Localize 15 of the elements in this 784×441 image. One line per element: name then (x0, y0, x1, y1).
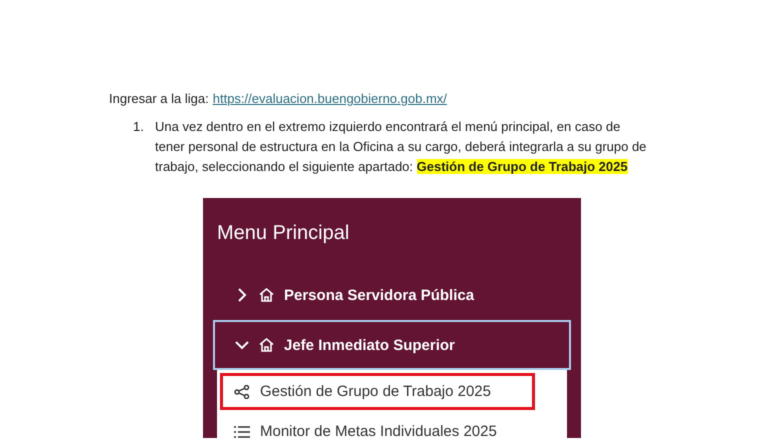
house-icon (259, 338, 274, 352)
step-paragraph: Una vez dentro en el extremo izquierdo encontrará el menú principal, en caso de tener personal de estructura en la Oficina a su cargo, deberá integrarla a su grupo de trabajo, seleccionando el siguiente apartado: Gestión de Grupo de Trabajo 2025 (155, 118, 647, 176)
menu-item[interactable]: Persona Servidora Pública (213, 270, 571, 320)
intro-label: Ingresar a la liga: (109, 90, 209, 108)
menu-item[interactable]: Jefe Inmediato Superior (213, 320, 571, 370)
list-icon (234, 426, 250, 438)
house-icon (259, 288, 274, 302)
chevron-down-icon (235, 340, 249, 350)
website-link[interactable]: https://evaluacion.buengobierno.gob.mx/ (212, 89, 447, 109)
submenu-item[interactable]: Gestión de Grupo de Trabajo 2025 (220, 373, 535, 410)
chevron-right-icon (238, 288, 246, 302)
share-icon (234, 384, 250, 398)
menu-title: Menu Principal (217, 221, 350, 246)
submenu-item[interactable]: Monitor de Metas Individuales 2025 (220, 413, 535, 438)
list-number: 1. (133, 118, 145, 136)
